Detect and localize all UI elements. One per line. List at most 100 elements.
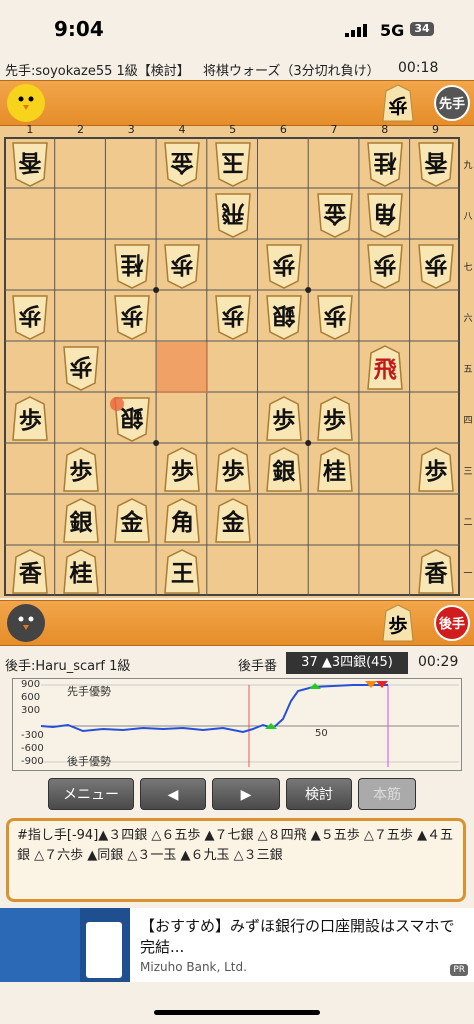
column-label: 8 [381,123,389,136]
row-label: 九 [463,160,473,171]
gote-piece[interactable]: 歩 [416,243,456,289]
status-bar: 9:04 5G 34 [0,0,474,56]
main-line-button[interactable]: 本筋 [358,778,416,810]
column-label: 5 [229,123,237,136]
gote-piece[interactable]: 歩 [10,294,50,340]
sente-hand-piece[interactable]: 歩 [382,84,414,122]
sente-badge: 先手 [434,85,470,121]
sente-piece[interactable]: 桂 [315,446,355,493]
sente-piece[interactable]: 歩 [213,446,253,493]
gote-piece[interactable]: 桂 [112,243,152,289]
current-move-box: 37 ▲3四銀(45) [286,652,408,674]
column-label: 3 [127,123,135,136]
sente-piece[interactable]: 角 [162,497,202,544]
row-label: 五 [463,364,473,375]
network-type: 5G [380,21,405,40]
gote-hand-piece[interactable]: 歩 [382,604,414,642]
gote-avatar[interactable] [7,604,45,642]
battery-icon: 34 [410,22,434,36]
row-label: 七 [463,262,473,273]
gote-piece[interactable]: 桂 [365,141,405,187]
clock: 9:04 [54,17,104,41]
evaluation-graph[interactable]: 先手優勢 後手優勢 50 900 600 300 -300 -600 -900 [12,678,462,771]
gote-advantage-label: 後手優勢 [67,755,111,768]
row-label: 四 [463,415,473,426]
gote-piece[interactable]: 歩 [315,294,355,340]
sente-piece[interactable]: 金 [213,497,253,544]
gote-player-name: 後手:Haru_scarf 1級 [5,659,131,674]
home-indicator[interactable] [154,1010,320,1015]
column-labels: 1 2 3 4 5 6 7 8 9 [0,123,474,137]
sente-piece[interactable]: 金 [112,497,152,544]
sente-time: 00:18 [398,60,439,76]
gote-piece[interactable]: 歩 [264,243,304,289]
sente-piece[interactable]: 歩 [315,395,355,442]
gote-piece[interactable]: 金 [315,192,355,238]
sente-piece[interactable]: 銀 [264,446,304,493]
row-label: 一 [463,568,473,579]
row-label: 六 [463,313,473,324]
ad-title[interactable]: 【おすすめ】みずほ銀行の口座開設はスマホで完結... [140,916,460,958]
gote-piece[interactable]: 歩 [162,243,202,289]
column-label: 7 [330,123,338,136]
shogi-board: 123456789 九八七六五四三二一 香金玉桂香飛金角桂歩歩歩歩歩歩歩銀歩歩飛… [0,123,474,598]
bottom-area [0,982,474,1024]
game-type: 将棋ウォーズ（3分切れ負け） [203,64,380,79]
gote-piece[interactable]: 歩 [61,345,101,391]
sente-bar: 歩 先手 [0,80,474,126]
sente-piece[interactable]: 歩 [61,446,101,493]
next-button[interactable]: ▶ [212,778,280,810]
sente-avatar[interactable] [7,84,45,122]
column-label: 9 [431,123,439,136]
sente-player-name: 先手:soyokaze55 1級【検討】 [5,64,190,79]
analyze-button[interactable]: 検討 [286,778,352,810]
column-label: 6 [279,123,287,136]
sente-piece[interactable]: 王 [162,548,202,595]
graph-tick-label: -600 [21,743,44,754]
column-label: 2 [77,123,85,136]
column-label: 1 [26,123,34,136]
ad-thumbnail[interactable] [0,908,130,982]
graph-tick-label: -900 [21,756,44,767]
prev-button[interactable]: ◀ [140,778,206,810]
control-buttons: メニュー ◀ ▶ 検討 本筋 [0,778,474,812]
gote-bar: 歩 後手 [0,600,474,646]
gote-piece[interactable]: 歩 [365,243,405,289]
sente-piece[interactable]: 香 [416,548,456,595]
gote-piece[interactable]: 飛 [213,192,253,238]
sente-piece[interactable]: 飛 [365,344,405,391]
turn-label: 後手番 [238,659,278,674]
gote-time: 00:29 [418,654,459,670]
chick-icon [8,85,44,121]
gote-piece[interactable]: 金 [162,141,202,187]
info-row: 後手:Haru_scarf 1級 後手番 37 ▲3四銀(45) 00:29 [0,650,474,676]
sente-piece[interactable]: 桂 [61,548,101,595]
sente-piece[interactable]: 香 [10,548,50,595]
highlight-square [157,342,208,393]
sente-piece[interactable]: 歩 [264,395,304,442]
sente-piece[interactable]: 歩 [162,446,202,493]
gote-piece[interactable]: 歩 [213,294,253,340]
gote-badge: 後手 [434,605,470,641]
bird-icon [8,605,44,641]
gote-piece[interactable]: 玉 [213,141,253,187]
gote-piece[interactable]: 香 [416,141,456,187]
gote-piece[interactable]: 銀 [264,294,304,340]
move-list[interactable]: #指し手[-94]▲３四銀 △６五歩 ▲７七銀 △８四飛 ▲５五歩 △７五歩 ▲… [6,818,466,902]
graph-tick-label: -300 [21,730,44,741]
row-label: 三 [463,466,473,477]
ad-pr-badge: PR [450,964,468,976]
gote-piece[interactable]: 香 [10,141,50,187]
sente-piece[interactable]: 銀 [61,497,101,544]
sente-advantage-label: 先手優勢 [67,685,111,698]
advertisement[interactable]: 【おすすめ】みずほ銀行の口座開設はスマホで完結... Mizuho Bank, … [0,908,474,982]
move-number-label: 50 [315,728,328,739]
sente-piece[interactable]: 歩 [10,395,50,442]
graph-tick-label: 600 [21,692,41,703]
sente-piece[interactable]: 歩 [416,446,456,493]
game-header: 先手:soyokaze55 1級【検討】 将棋ウォーズ（3分切れ負け） 00:1… [0,58,474,80]
gote-piece[interactable]: 角 [365,192,405,238]
gote-piece[interactable]: 歩 [112,294,152,340]
menu-button[interactable]: メニュー [48,778,134,810]
column-label: 4 [178,123,186,136]
